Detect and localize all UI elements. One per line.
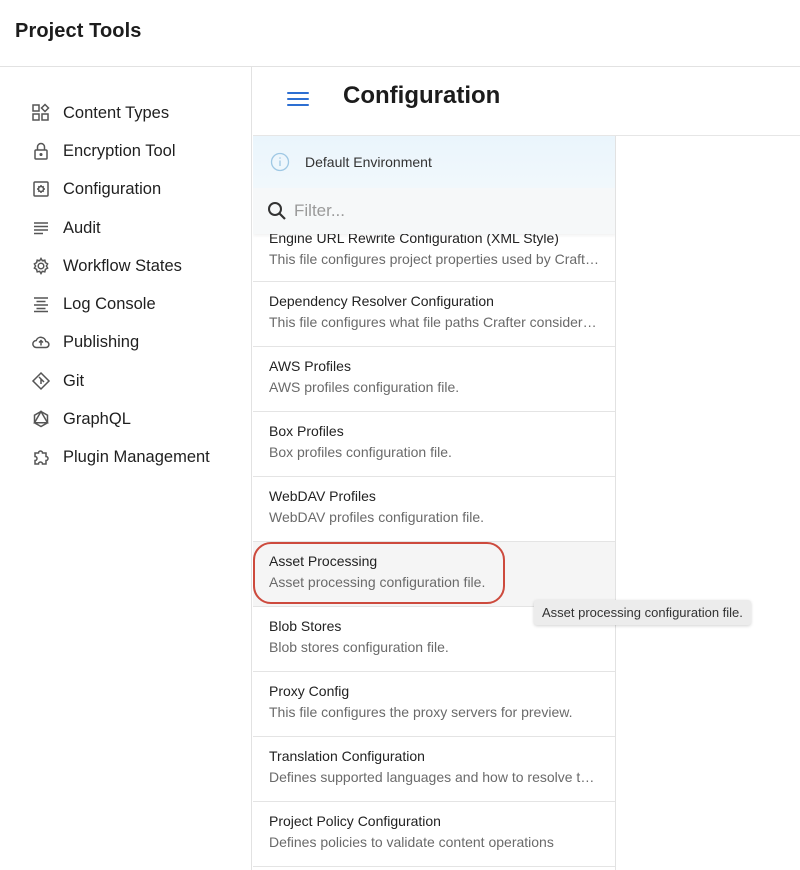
page-title: Configuration — [343, 82, 501, 109]
sidebar-item-label: Git — [63, 371, 85, 390]
config-file-description: Defines policies to validate content ope… — [269, 834, 554, 850]
config-file-description: This file configures the proxy servers f… — [269, 704, 573, 720]
config-file-title: AWS Profiles — [269, 358, 351, 374]
sidebar-item-log-console[interactable]: Log Console — [30, 290, 156, 318]
sidebar-item-label: Content Types — [63, 103, 170, 122]
config-file-description: Blob stores configuration file. — [269, 639, 449, 655]
config-file-description: Box profiles configuration file. — [269, 444, 452, 460]
sidebar: Content Types Encryption Tool Configurat… — [0, 67, 252, 870]
tooltip: Asset processing configuration file. — [534, 600, 751, 625]
sidebar-item-audit[interactable]: Audit — [30, 214, 101, 242]
config-file-title: WebDAV Profiles — [269, 488, 376, 504]
sidebar-item-label: Plugin Management — [63, 447, 210, 466]
config-file-title: Project Policy Configuration — [269, 813, 441, 829]
sidebar-item-git[interactable]: Git — [30, 367, 84, 395]
config-file-description: AWS profiles configuration file. — [269, 379, 460, 395]
gear-icon — [30, 255, 52, 277]
config-file-description: Defines supported languages and how to r… — [269, 769, 601, 785]
config-file-item[interactable]: Project Policy Configuration Defines poli… — [253, 802, 615, 867]
sidebar-item-label: Log Console — [63, 294, 156, 313]
config-file-item[interactable]: Dependency Resolver Configuration This fi… — [253, 282, 615, 347]
content-types-icon — [30, 102, 52, 124]
config-file-description: WebDAV profiles configuration file. — [269, 509, 485, 525]
settings-box-icon — [30, 178, 52, 200]
config-file-item[interactable]: AWS Profiles AWS profiles configuration f… — [253, 347, 615, 412]
sidebar-item-encryption-tool[interactable]: Encryption Tool — [30, 137, 176, 165]
sidebar-item-label: Encryption Tool — [63, 141, 176, 160]
sidebar-item-workflow-states[interactable]: Workflow States — [30, 252, 182, 280]
sidebar-item-label: Audit — [63, 218, 101, 237]
config-file-description: This file configures project properties … — [269, 251, 601, 267]
sidebar-item-configuration[interactable]: Configuration — [30, 175, 161, 203]
config-list-panel: Default Environment Engine URL Rewrite C… — [253, 136, 616, 870]
search-icon — [266, 200, 288, 222]
git-icon — [30, 370, 52, 392]
config-file-description: This file configures what file paths Cra… — [269, 314, 601, 330]
centered-lines-icon — [30, 293, 52, 315]
lines-icon — [30, 217, 52, 239]
sidebar-item-graphql[interactable]: GraphQL — [30, 405, 131, 433]
config-file-title: Box Profiles — [269, 423, 344, 439]
config-file-item[interactable]: WebDAV Profiles WebDAV profiles configura… — [253, 477, 615, 542]
info-icon — [270, 152, 290, 172]
sidebar-item-plugin-management[interactable]: Plugin Management — [30, 443, 210, 471]
filter-input[interactable] — [294, 201, 594, 221]
config-file-title: Proxy Config — [269, 683, 350, 699]
config-file-list: Engine URL Rewrite Configuration (XML St… — [253, 222, 615, 867]
puzzle-icon — [30, 446, 52, 468]
lock-icon — [30, 140, 52, 162]
sidebar-item-label: GraphQL — [63, 409, 131, 428]
config-file-item[interactable]: Box Profiles Box profiles configuration f… — [253, 412, 615, 477]
environment-label: Default Environment — [305, 154, 432, 170]
config-file-title: Dependency Resolver Configuration — [269, 293, 494, 309]
config-file-description: Asset processing configuration file. — [269, 574, 486, 590]
config-file-item[interactable]: Translation Configuration Defines support… — [253, 737, 615, 802]
main-header: Configuration — [253, 67, 800, 136]
sidebar-item-label: Configuration — [63, 179, 162, 198]
hamburger-menu-icon[interactable] — [287, 92, 309, 110]
config-file-item[interactable]: Proxy Config This file configures the pro… — [253, 672, 615, 737]
config-file-item-asset-processing[interactable]: Asset Processing Asset processing configu… — [253, 542, 615, 607]
sidebar-item-label: Workflow States — [63, 256, 182, 275]
sidebar-item-label: Publishing — [63, 332, 140, 351]
config-file-title: Asset Processing — [269, 553, 378, 569]
sidebar-item-content-types[interactable]: Content Types — [30, 99, 169, 127]
app-title: Project Tools — [15, 20, 142, 42]
config-file-title: Translation Configuration — [269, 748, 425, 764]
top-bar: Project Tools — [0, 0, 800, 67]
sidebar-item-publishing[interactable]: Publishing — [30, 328, 139, 356]
environment-banner: Default Environment — [253, 136, 615, 188]
filter-bar — [253, 188, 615, 234]
cloud-upload-icon — [30, 331, 52, 353]
graphql-icon — [30, 408, 52, 430]
